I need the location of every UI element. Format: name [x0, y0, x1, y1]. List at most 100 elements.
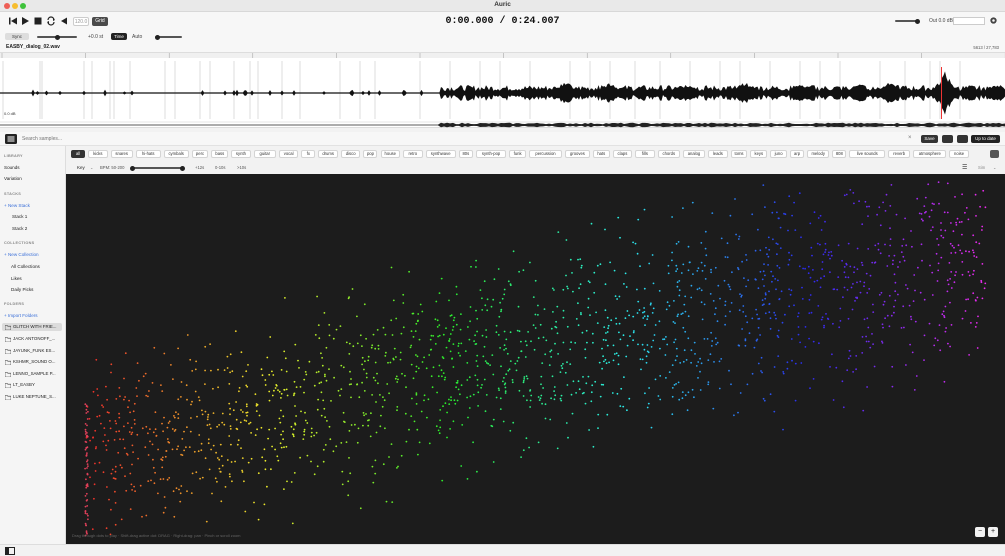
- options-bar: Sync +0.0 st Time Auto: [0, 30, 1005, 43]
- sidebar-item-likes[interactable]: Likes: [11, 276, 22, 281]
- tag-disco[interactable]: disco: [340, 150, 361, 158]
- new-stack-button[interactable]: + New Stack: [4, 203, 30, 208]
- tags-expand-button[interactable]: [990, 150, 999, 158]
- tag-perc[interactable]: perc: [191, 150, 209, 158]
- current-time: 0:00.000: [445, 16, 494, 27]
- sort-chevron-icon: ⌄: [993, 165, 997, 170]
- tag-cymbals[interactable]: cymbals: [163, 150, 189, 158]
- auto-label[interactable]: Auto: [132, 34, 142, 40]
- tag-80s[interactable]: 80s: [458, 150, 473, 158]
- sample-map[interactable]: [66, 174, 1005, 544]
- download-icon[interactable]: [957, 135, 968, 143]
- folder-item[interactable]: JACK ANTONOFF_...: [2, 335, 62, 343]
- tag-arp[interactable]: arp: [790, 150, 805, 158]
- duration-filter-1[interactable]: +12s: [195, 165, 204, 170]
- tag-synth[interactable]: synth: [231, 150, 251, 158]
- status-bar: [0, 544, 1005, 556]
- key-dropdown-chevron-icon: ⌄: [90, 165, 94, 170]
- tag-juno[interactable]: juno: [770, 150, 787, 158]
- tag-keys[interactable]: keys: [750, 150, 768, 158]
- tag-808[interactable]: 808: [832, 150, 847, 158]
- sidebar-item-all-collections[interactable]: All Collections: [11, 264, 40, 269]
- sync-button[interactable]: Sync: [5, 33, 29, 40]
- folder-item[interactable]: LENNO_SAMPLE P...: [2, 370, 62, 378]
- folder-label: GLITCH WITH FRIE...: [13, 324, 57, 329]
- list-view-icon[interactable]: ☰: [962, 164, 967, 171]
- tag-snares[interactable]: snares: [110, 150, 133, 158]
- tag-chords[interactable]: chords: [657, 150, 680, 158]
- new-collection-button[interactable]: + New Collection: [4, 252, 39, 257]
- folder-item[interactable]: LUKE NEPTUNE_S...: [2, 393, 62, 401]
- gear-icon[interactable]: [989, 16, 998, 25]
- tag-melody[interactable]: melody: [807, 150, 830, 158]
- tag-bass[interactable]: bass: [211, 150, 229, 158]
- zoom-in-button[interactable]: +: [988, 527, 998, 537]
- tag-house[interactable]: house: [380, 150, 400, 158]
- search-input[interactable]: [22, 134, 912, 144]
- save-button[interactable]: Save: [921, 135, 938, 143]
- folder-label: LT_EASBY: [13, 382, 35, 387]
- stacks-header: STACKS: [4, 192, 22, 196]
- tag-fx[interactable]: fx: [301, 150, 316, 158]
- folder-item[interactable]: JAYUNK_FUNK ES...: [2, 347, 62, 355]
- folder-item[interactable]: GLITCH WITH FRIE...: [2, 323, 62, 331]
- tag-live-sounds[interactable]: live sounds: [849, 150, 886, 158]
- clear-search-button[interactable]: ×: [908, 135, 912, 141]
- duration-filter-2[interactable]: 0-10s: [215, 165, 225, 170]
- tag-fills[interactable]: fills: [635, 150, 655, 158]
- tag-kicks[interactable]: kicks: [88, 150, 108, 158]
- import-folders-button[interactable]: + Import Folders: [4, 313, 38, 318]
- waveform-panel[interactable]: 0.0 dB: [0, 52, 1005, 128]
- tag-retro[interactable]: retro: [403, 150, 423, 158]
- time-slider[interactable]: [155, 34, 182, 40]
- sidebar-item-sounds[interactable]: Sounds: [4, 165, 20, 170]
- tag-reverb[interactable]: reverb: [888, 150, 911, 158]
- sort-dropdown[interactable]: Sim: [978, 165, 985, 170]
- file-bar: EASBY_dialog_02.wav 5613 / 27,783: [0, 43, 1005, 52]
- tag-synthwave[interactable]: synthwave: [425, 150, 456, 158]
- duration-filter-3[interactable]: >10s: [237, 165, 246, 170]
- total-time: 0:24.007: [511, 16, 560, 27]
- volume-slider[interactable]: [895, 18, 920, 24]
- tag-vocal[interactable]: vocal: [278, 150, 299, 158]
- tag-toms[interactable]: toms: [730, 150, 748, 158]
- tag-leads[interactable]: leads: [708, 150, 728, 158]
- sidebar-item-stack-1[interactable]: Stack 1: [12, 214, 27, 219]
- tag-funk[interactable]: funk: [509, 150, 526, 158]
- tag-hats[interactable]: hats: [592, 150, 610, 158]
- pitch-slider[interactable]: [37, 34, 77, 40]
- output-meter: [953, 17, 985, 25]
- tag-hi-hats[interactable]: hi-hats: [135, 150, 161, 158]
- tag-pop[interactable]: pop: [363, 150, 378, 158]
- sidebar-item-daily-picks[interactable]: Daily Picks: [11, 287, 33, 292]
- tag-analog[interactable]: analog: [682, 150, 706, 158]
- folder-item[interactable]: KSHMR_SOUND O...: [2, 358, 62, 366]
- tag-noise[interactable]: noise: [949, 150, 969, 158]
- time-display: 0:00.000 / 0:24.007: [0, 16, 1005, 27]
- up-to-date-button[interactable]: Up to date: [971, 135, 1000, 143]
- tag-atmosphere[interactable]: atmosphere: [913, 150, 947, 158]
- file-name: EASBY_dialog_02.wav: [6, 44, 60, 50]
- zoom-out-button[interactable]: −: [975, 527, 985, 537]
- waveform-display[interactable]: [0, 53, 1005, 129]
- menu-icon[interactable]: [5, 134, 17, 144]
- time-separator: /: [499, 16, 506, 27]
- tag-all[interactable]: all: [71, 150, 86, 158]
- sample-scatter[interactable]: [66, 174, 1005, 544]
- tag-grooves[interactable]: grooves: [565, 150, 590, 158]
- sidebar-item-variation[interactable]: Variation: [4, 176, 22, 181]
- sidebar-item-stack-2[interactable]: Stack 2: [12, 226, 27, 231]
- tag-percussion[interactable]: percussion: [529, 150, 562, 158]
- folder-item[interactable]: LT_EASBY: [2, 381, 62, 389]
- bpm-range-slider[interactable]: [130, 165, 185, 171]
- sidebar-toggle-icon[interactable]: [5, 547, 15, 555]
- tag-synth-pop[interactable]: synth-pop: [475, 150, 507, 158]
- sidebar: LIBRARY Sounds Variation STACKS + New St…: [0, 146, 66, 544]
- tag-guitar[interactable]: guitar: [253, 150, 276, 158]
- tag-claps[interactable]: claps: [612, 150, 633, 158]
- tag-drums[interactable]: drums: [318, 150, 338, 158]
- shuffle-icon[interactable]: [942, 135, 953, 143]
- key-dropdown[interactable]: Key: [77, 165, 85, 170]
- time-button[interactable]: Time: [111, 33, 127, 40]
- search-bar: × Save Up to date: [0, 132, 1005, 146]
